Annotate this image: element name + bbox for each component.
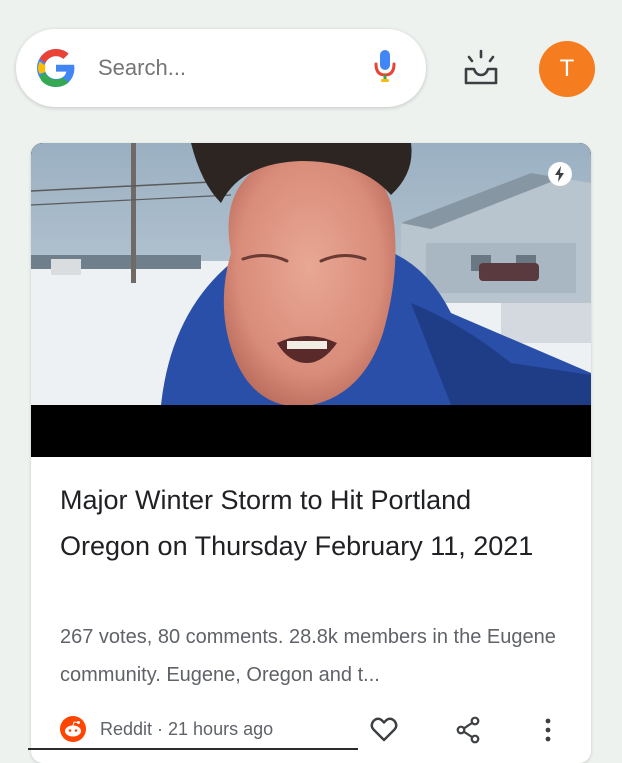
search-input[interactable] [98,49,358,87]
account-avatar[interactable]: T [539,41,595,97]
card-title[interactable]: Major Winter Storm to Hit Portland Orego… [60,477,560,569]
news-card[interactable]: Major Winter Storm to Hit Portland Orego… [31,143,591,763]
card-thumbnail[interactable] [31,143,591,457]
card-footer: Reddit · 21 hours ago [31,713,591,749]
lightning-icon [548,162,572,186]
sparkle-inbox-icon[interactable] [461,48,501,88]
more-vert-icon[interactable] [539,716,557,744]
top-bar: T [0,0,622,130]
card-snippet: 267 votes, 80 comments. 28.8k members in… [60,626,556,686]
search-bar[interactable] [16,29,426,107]
heart-icon[interactable] [370,716,398,742]
reddit-icon [60,716,86,742]
mic-icon[interactable] [374,49,396,85]
google-g-icon [37,49,75,87]
share-icon[interactable] [455,716,481,744]
source-meta: Reddit · 21 hours ago [100,719,274,739]
thumbnail-image [31,143,591,457]
